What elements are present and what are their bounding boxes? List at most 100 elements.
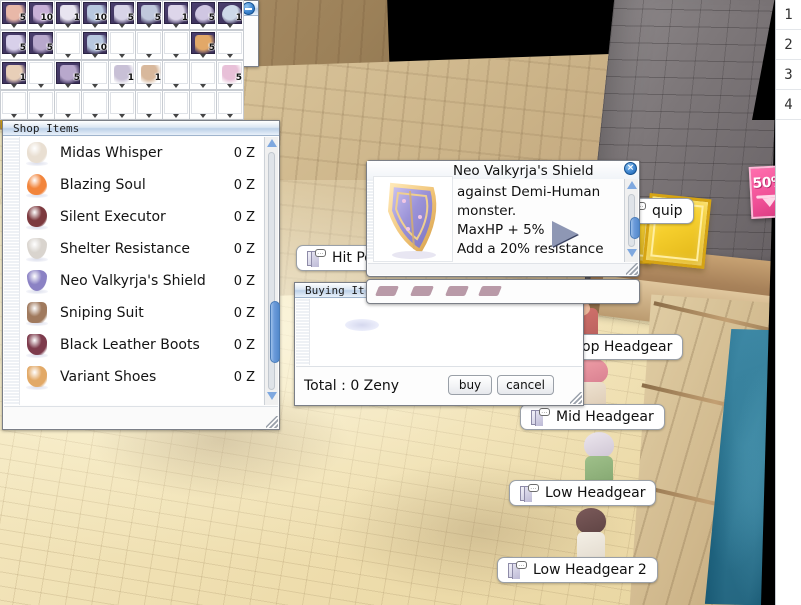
chevron-down-icon[interactable]	[92, 24, 98, 28]
token-strip-window[interactable]	[366, 279, 640, 304]
inventory-slot[interactable]: 5	[27, 30, 55, 60]
chevron-down-icon[interactable]	[173, 54, 179, 58]
chevron-down-icon[interactable]	[173, 114, 179, 118]
chevron-down-icon[interactable]	[146, 54, 152, 58]
chevron-down-icon[interactable]	[227, 54, 233, 58]
inventory-slot[interactable]	[135, 30, 163, 60]
chevron-down-icon[interactable]	[92, 114, 98, 118]
shop-item-row[interactable]: Midas Whisper 0 Z	[4, 137, 263, 169]
shop-item-row[interactable]: Variant Shoes 0 Z	[4, 361, 263, 393]
inventory-slot[interactable]: 1	[108, 60, 136, 90]
chevron-down-icon[interactable]	[200, 24, 206, 28]
shop-item-row[interactable]: Shelter Resistance 0 Z	[4, 233, 263, 265]
inventory-slot[interactable]	[135, 90, 163, 120]
resize-handle[interactable]	[626, 263, 638, 275]
chevron-down-icon[interactable]	[11, 24, 17, 28]
inventory-slot[interactable]: 1	[0, 60, 28, 90]
scroll-down-arrow-icon[interactable]	[266, 391, 278, 404]
inventory-slot[interactable]: 5	[54, 60, 82, 90]
chevron-down-icon[interactable]	[11, 84, 17, 88]
inventory-slot[interactable]	[0, 90, 28, 120]
shop-items-scrollbar[interactable]	[264, 137, 280, 405]
chevron-down-icon[interactable]	[119, 24, 125, 28]
chevron-down-icon[interactable]	[92, 84, 98, 88]
inventory-slot[interactable]: 1	[54, 0, 82, 30]
chevron-down-icon[interactable]	[227, 24, 233, 28]
chevron-down-icon[interactable]	[65, 114, 71, 118]
inventory-slot[interactable]: 5	[0, 30, 28, 60]
inventory-row[interactable]	[0, 90, 775, 120]
inventory-row[interactable]: 5 5 10 5	[0, 30, 775, 60]
scroll-up-arrow-icon[interactable]	[626, 180, 638, 193]
inventory-slot[interactable]: 1	[135, 60, 163, 90]
inventory-slot[interactable]	[162, 60, 190, 90]
inventory-slot[interactable]: 10	[81, 0, 109, 30]
chevron-down-icon[interactable]	[38, 24, 44, 28]
scroll-thumb[interactable]	[270, 301, 280, 363]
item-description-scrollbar[interactable]	[624, 179, 640, 262]
chevron-down-icon[interactable]	[11, 114, 17, 118]
inventory-slot[interactable]: 10	[81, 30, 109, 60]
chevron-down-icon[interactable]	[146, 84, 152, 88]
resize-handle[interactable]	[570, 392, 582, 404]
chevron-down-icon[interactable]	[92, 54, 98, 58]
resize-handle[interactable]	[266, 416, 278, 428]
npc-label-low-headgear[interactable]: ... Low Headgear	[509, 480, 657, 506]
buy-button[interactable]: buy	[448, 375, 492, 395]
inventory-slot[interactable]	[162, 30, 190, 60]
shop-item-row[interactable]: Neo Valkyrja's Shield 0 Z	[4, 265, 263, 297]
buying-items-list[interactable]	[310, 299, 582, 367]
shop-item-row[interactable]: Sniping Suit 0 Z	[4, 297, 263, 329]
chevron-down-icon[interactable]	[227, 114, 233, 118]
inventory-slot[interactable]	[216, 30, 244, 60]
chevron-down-icon[interactable]	[38, 84, 44, 88]
chevron-down-icon[interactable]	[173, 24, 179, 28]
inventory-slot[interactable]	[162, 90, 190, 120]
inventory-slot[interactable]	[54, 90, 82, 120]
inventory-slot[interactable]: 5	[189, 30, 217, 60]
shop-items-window[interactable]: Shop Items Midas Whisper 0 Z Blazing Soul 0…	[2, 120, 280, 430]
inventory-slot[interactable]	[27, 60, 55, 90]
inventory-slot[interactable]	[81, 90, 109, 120]
inventory-slot[interactable]	[27, 90, 55, 120]
shop-item-row[interactable]: Blazing Soul 0 Z	[4, 169, 263, 201]
chevron-down-icon[interactable]	[173, 84, 179, 88]
npc-label-low-headgear-2[interactable]: ... Low Headgear 2	[497, 557, 658, 583]
scroll-down-arrow-icon[interactable]	[626, 248, 638, 261]
inventory-slot[interactable]: 5	[216, 60, 244, 90]
chevron-down-icon[interactable]	[200, 114, 206, 118]
chevron-down-icon[interactable]	[119, 54, 125, 58]
inventory-slot[interactable]	[81, 60, 109, 90]
cancel-button[interactable]: cancel	[497, 375, 554, 395]
shop-item-row[interactable]: Silent Executor 0 Z	[4, 201, 263, 233]
chevron-down-icon[interactable]	[65, 84, 71, 88]
inventory-slot[interactable]: 5	[108, 0, 136, 30]
chevron-down-icon[interactable]	[65, 24, 71, 28]
scroll-thumb[interactable]	[630, 217, 640, 239]
shop-items-titlebar[interactable]: Shop Items	[3, 121, 279, 136]
inventory-slot[interactable]: 5	[135, 0, 163, 30]
chevron-down-icon[interactable]	[200, 84, 206, 88]
scroll-up-arrow-icon[interactable]	[266, 138, 278, 151]
chevron-down-icon[interactable]	[11, 54, 17, 58]
shop-item-row[interactable]: Black Leather Boots 0 Z	[4, 329, 263, 361]
npc-label-mid-headgear[interactable]: ... Mid Headgear	[520, 404, 665, 430]
inventory-slot[interactable]: 5	[0, 0, 28, 30]
item-description-window[interactable]: × Neo Valkyrja's Shield against Demi-Hum…	[366, 160, 640, 277]
chevron-down-icon[interactable]	[146, 24, 152, 28]
chevron-down-icon[interactable]	[119, 114, 125, 118]
inventory-slot[interactable]	[108, 90, 136, 120]
inventory-row[interactable]: 1 5 1 1 5	[0, 60, 775, 90]
chevron-down-icon[interactable]	[146, 114, 152, 118]
chevron-down-icon[interactable]	[119, 84, 125, 88]
chevron-down-icon[interactable]	[200, 54, 206, 58]
inventory-slot[interactable]: 5	[189, 0, 217, 30]
inventory-slot[interactable]	[216, 90, 244, 120]
chevron-down-icon[interactable]	[38, 114, 44, 118]
inventory-slot[interactable]	[108, 30, 136, 60]
scroll-track[interactable]	[628, 194, 640, 247]
close-icon[interactable]: ×	[624, 162, 637, 175]
inventory-slot[interactable]: 10	[27, 0, 55, 30]
chevron-down-icon[interactable]	[227, 84, 233, 88]
shop-items-list[interactable]: Midas Whisper 0 Z Blazing Soul 0 Z Silent Ex…	[4, 137, 263, 405]
